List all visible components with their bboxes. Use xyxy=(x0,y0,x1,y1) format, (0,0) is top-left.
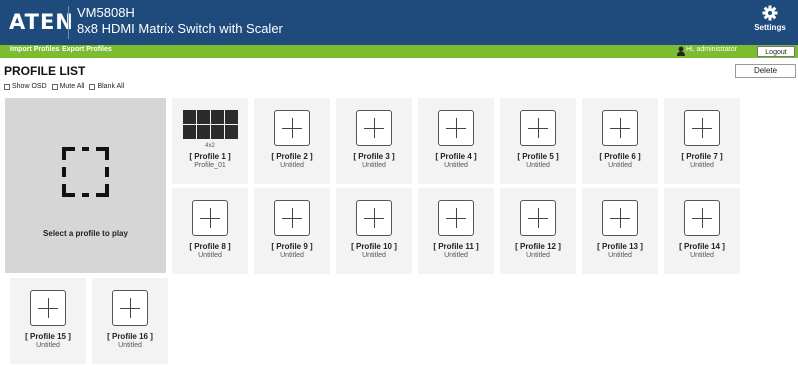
mute-all-checkbox[interactable] xyxy=(51,83,58,90)
profile-name: [ Profile 13 ] xyxy=(597,242,643,251)
profile-card-1[interactable]: 4x2 [ Profile 1 ] Profile_01 xyxy=(172,98,248,184)
import-profiles-link[interactable]: Import Profiles xyxy=(10,46,59,53)
add-profile-icon[interactable] xyxy=(684,200,720,236)
profile-name: [ Profile 6 ] xyxy=(599,152,641,161)
device-description: 8x8 HDMI Matrix Switch with Scaler xyxy=(77,21,283,36)
mute-all-option[interactable]: Mute All xyxy=(51,83,85,90)
add-profile-icon[interactable] xyxy=(520,110,556,146)
profile-card-15[interactable]: [ Profile 15 ] Untitled xyxy=(10,278,86,364)
profile-name: [ Profile 2 ] xyxy=(271,152,313,161)
profile-name: [ Profile 16 ] xyxy=(107,332,153,341)
profile-description: Untitled xyxy=(280,162,304,169)
add-profile-icon[interactable] xyxy=(684,110,720,146)
add-profile-icon[interactable] xyxy=(112,290,148,326)
add-profile-icon[interactable] xyxy=(602,200,638,236)
preview-prompt: Select a profile to play xyxy=(43,229,128,238)
profile-card-4[interactable]: [ Profile 4 ] Untitled xyxy=(418,98,494,184)
mute-all-label: Mute All xyxy=(59,83,85,90)
add-profile-icon[interactable] xyxy=(520,200,556,236)
profile-name: [ Profile 11 ] xyxy=(433,242,479,251)
settings-button[interactable]: Settings xyxy=(750,5,790,32)
profile-name: [ Profile 15 ] xyxy=(25,332,71,341)
profile-description: Untitled xyxy=(526,162,550,169)
profile-card-8[interactable]: [ Profile 8 ] Untitled xyxy=(172,188,248,274)
selection-icon xyxy=(62,147,109,197)
profile-card-13[interactable]: [ Profile 13 ] Untitled xyxy=(582,188,658,274)
profile-description: Untitled xyxy=(362,252,386,259)
add-profile-icon[interactable] xyxy=(30,290,66,326)
profile-description: Untitled xyxy=(690,252,714,259)
profile-card-3[interactable]: [ Profile 3 ] Untitled xyxy=(336,98,412,184)
profile-card-5[interactable]: [ Profile 5 ] Untitled xyxy=(500,98,576,184)
profile-card-2[interactable]: [ Profile 2 ] Untitled xyxy=(254,98,330,184)
profile-card-14[interactable]: [ Profile 14 ] Untitled xyxy=(664,188,740,274)
add-profile-icon[interactable] xyxy=(438,110,474,146)
profile-name: [ Profile 14 ] xyxy=(679,242,725,251)
profile-description: Untitled xyxy=(118,342,142,349)
profile-card-9[interactable]: [ Profile 9 ] Untitled xyxy=(254,188,330,274)
profile-description: Untitled xyxy=(198,252,222,259)
add-profile-icon[interactable] xyxy=(274,200,310,236)
device-model: VM5808H xyxy=(77,5,135,20)
aten-logo: ATEN xyxy=(9,10,74,34)
profile-description: Untitled xyxy=(362,162,386,169)
export-profiles-link[interactable]: Export Profiles xyxy=(62,46,112,53)
settings-label: Settings xyxy=(754,23,786,32)
profile-name: [ Profile 5 ] xyxy=(517,152,559,161)
profile-description: Untitled xyxy=(608,162,632,169)
profile-description: Untitled xyxy=(608,252,632,259)
add-profile-icon[interactable] xyxy=(274,110,310,146)
profile-description: Untitled xyxy=(444,162,468,169)
add-profile-icon[interactable] xyxy=(356,110,392,146)
user-greeting: Hi, administrator xyxy=(686,46,737,53)
blank-all-checkbox[interactable] xyxy=(89,83,96,90)
profile-name: [ Profile 12 ] xyxy=(515,242,561,251)
header-divider xyxy=(68,6,69,39)
profile-name: [ Profile 8 ] xyxy=(189,242,231,251)
add-profile-icon[interactable] xyxy=(602,110,638,146)
profile-name: [ Profile 9 ] xyxy=(271,242,313,251)
blank-all-option[interactable]: Blank All xyxy=(89,83,124,90)
profile-name: [ Profile 3 ] xyxy=(353,152,395,161)
layout-label: 4x2 xyxy=(205,143,215,149)
blank-all-label: Blank All xyxy=(97,83,125,90)
add-profile-icon[interactable] xyxy=(356,200,392,236)
profile-card-7[interactable]: [ Profile 7 ] Untitled xyxy=(664,98,740,184)
profile-card-11[interactable]: [ Profile 11 ] Untitled xyxy=(418,188,494,274)
profile-name: [ Profile 4 ] xyxy=(435,152,477,161)
profile-description: Untitled xyxy=(280,252,304,259)
profile-card-10[interactable]: [ Profile 10 ] Untitled xyxy=(336,188,412,274)
profile-description: Untitled xyxy=(526,252,550,259)
profile-name: [ Profile 1 ] xyxy=(189,152,231,161)
gear-icon xyxy=(762,5,778,21)
add-profile-icon[interactable] xyxy=(192,200,228,236)
user-icon xyxy=(677,46,685,56)
show-osd-checkbox[interactable] xyxy=(4,83,10,90)
display-options: Show OSD Mute All Blank All xyxy=(4,83,127,92)
profile-preview: Select a profile to play xyxy=(5,98,166,273)
profile-card-12[interactable]: [ Profile 12 ] Untitled xyxy=(500,188,576,274)
logout-button[interactable]: Logout xyxy=(757,46,795,57)
show-osd-label: Show OSD xyxy=(12,83,47,90)
profile-description: Untitled xyxy=(444,252,468,259)
app-header: ATEN VM5808H 8x8 HDMI Matrix Switch with… xyxy=(0,0,798,45)
layout-preview-icon xyxy=(183,110,238,140)
profile-name: [ Profile 7 ] xyxy=(681,152,723,161)
menu-bar: Import Profiles Export Profiles Hi, admi… xyxy=(0,45,798,58)
profile-description: Untitled xyxy=(36,342,60,349)
add-profile-icon[interactable] xyxy=(438,200,474,236)
profile-description: Profile_01 xyxy=(194,162,226,169)
profile-card-16[interactable]: [ Profile 16 ] Untitled xyxy=(92,278,168,364)
profile-name: [ Profile 10 ] xyxy=(351,242,397,251)
page-title: PROFILE LIST xyxy=(4,64,86,78)
show-osd-option[interactable]: Show OSD xyxy=(4,83,47,90)
profile-card-6[interactable]: [ Profile 6 ] Untitled xyxy=(582,98,658,184)
delete-button[interactable]: Delete xyxy=(735,64,796,78)
profile-description: Untitled xyxy=(690,162,714,169)
